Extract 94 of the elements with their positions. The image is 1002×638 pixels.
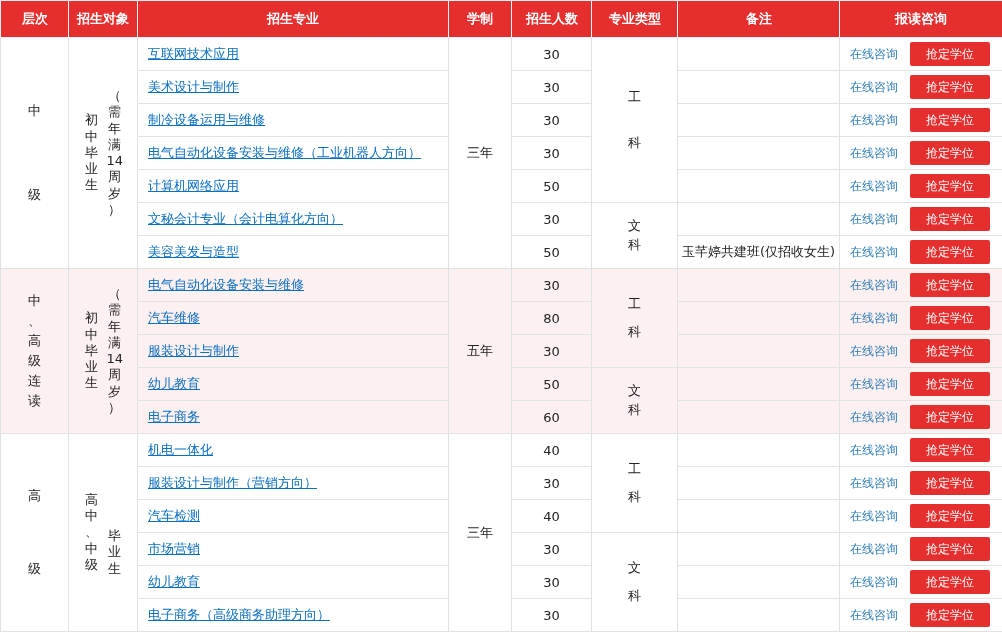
major-link[interactable]: 美容美发与造型 xyxy=(148,244,239,259)
count-cell: 30 xyxy=(543,46,560,62)
count-cell: 40 xyxy=(543,508,560,524)
audience-text: （需年满14周岁） xyxy=(105,88,124,218)
remark-cell: 玉芊婷共建班(仅招收女生) xyxy=(681,244,836,259)
major-link[interactable]: 服装设计与制作 xyxy=(148,343,239,358)
column-header: 学制 xyxy=(448,0,512,38)
major-link[interactable]: 计算机网络应用 xyxy=(148,178,239,193)
count-cell: 40 xyxy=(543,442,560,458)
column-header: 招生人数 xyxy=(511,0,592,38)
column-header: 备注 xyxy=(677,0,840,38)
type-cell-text: 文科 xyxy=(627,559,642,605)
major-link[interactable]: 汽车维修 xyxy=(148,310,200,325)
reserve-button[interactable]: 抢定学位 xyxy=(910,372,990,396)
level-cell-text: 中级 xyxy=(27,101,42,204)
duration-cell: 五年 xyxy=(467,343,493,358)
count-cell: 30 xyxy=(543,607,560,623)
major-link[interactable]: 美术设计与制作 xyxy=(148,79,239,94)
audience-text: 毕业生 xyxy=(107,528,123,577)
count-cell: 50 xyxy=(543,244,560,260)
consult-link[interactable]: 在线咨询 xyxy=(850,507,898,525)
audience-text: 初中毕业生 xyxy=(83,112,99,194)
reserve-button[interactable]: 抢定学位 xyxy=(910,240,990,264)
consult-link[interactable]: 在线咨询 xyxy=(850,276,898,294)
count-cell: 30 xyxy=(543,211,560,227)
column-header: 专业类型 xyxy=(591,0,678,38)
major-link[interactable]: 机电一体化 xyxy=(148,442,213,457)
consult-link[interactable]: 在线咨询 xyxy=(850,210,898,228)
count-cell: 30 xyxy=(543,574,560,590)
column-header: 层次 xyxy=(0,0,69,38)
count-cell: 60 xyxy=(543,409,560,425)
reserve-button[interactable]: 抢定学位 xyxy=(910,471,990,495)
column-header: 招生对象 xyxy=(68,0,138,38)
count-cell: 30 xyxy=(543,112,560,128)
reserve-button[interactable]: 抢定学位 xyxy=(910,339,990,363)
audience-text: 初中毕业生 xyxy=(83,310,99,392)
reserve-button[interactable]: 抢定学位 xyxy=(910,75,990,99)
reserve-button[interactable]: 抢定学位 xyxy=(910,273,990,297)
major-link[interactable]: 互联网技术应用 xyxy=(148,46,239,61)
count-cell: 30 xyxy=(543,145,560,161)
consult-link[interactable]: 在线咨询 xyxy=(850,441,898,459)
consult-link[interactable]: 在线咨询 xyxy=(850,243,898,261)
reserve-button[interactable]: 抢定学位 xyxy=(910,504,990,528)
type-cell-text: 工科 xyxy=(627,88,642,152)
consult-link[interactable]: 在线咨询 xyxy=(850,573,898,591)
reserve-button[interactable]: 抢定学位 xyxy=(910,570,990,594)
consult-link[interactable]: 在线咨询 xyxy=(850,144,898,162)
consult-link[interactable]: 在线咨询 xyxy=(850,111,898,129)
type-cell-text: 文科 xyxy=(627,217,642,254)
consult-link[interactable]: 在线咨询 xyxy=(850,375,898,393)
reserve-button[interactable]: 抢定学位 xyxy=(910,141,990,165)
consult-link[interactable]: 在线咨询 xyxy=(850,342,898,360)
count-cell: 30 xyxy=(543,343,560,359)
reserve-button[interactable]: 抢定学位 xyxy=(910,174,990,198)
column-header: 报读咨询 xyxy=(839,0,1002,38)
audience-text: 高中、中级 xyxy=(83,491,99,574)
reserve-button[interactable]: 抢定学位 xyxy=(910,42,990,66)
consult-link[interactable]: 在线咨询 xyxy=(850,309,898,327)
column-header: 招生专业 xyxy=(137,0,449,38)
major-link[interactable]: 电子商务 xyxy=(148,409,200,424)
major-link[interactable]: 市场营销 xyxy=(148,541,200,556)
reserve-button[interactable]: 抢定学位 xyxy=(910,405,990,429)
reserve-button[interactable]: 抢定学位 xyxy=(910,537,990,561)
count-cell: 50 xyxy=(543,376,560,392)
reserve-button[interactable]: 抢定学位 xyxy=(910,108,990,132)
consult-link[interactable]: 在线咨询 xyxy=(850,408,898,426)
consult-link[interactable]: 在线咨询 xyxy=(850,606,898,624)
consult-link[interactable]: 在线咨询 xyxy=(850,177,898,195)
consult-link[interactable]: 在线咨询 xyxy=(850,540,898,558)
type-cell-text: 工科 xyxy=(627,295,642,341)
level-cell-text: 中、高级连读 xyxy=(27,291,42,411)
reserve-button[interactable]: 抢定学位 xyxy=(910,207,990,231)
count-cell: 30 xyxy=(543,475,560,491)
duration-cell: 三年 xyxy=(467,145,493,160)
count-cell: 30 xyxy=(543,541,560,557)
reserve-button[interactable]: 抢定学位 xyxy=(910,306,990,330)
consult-link[interactable]: 在线咨询 xyxy=(850,45,898,63)
consult-link[interactable]: 在线咨询 xyxy=(850,474,898,492)
reserve-button[interactable]: 抢定学位 xyxy=(910,438,990,462)
count-cell: 50 xyxy=(543,178,560,194)
major-link[interactable]: 幼儿教育 xyxy=(148,376,200,391)
duration-cell: 三年 xyxy=(467,524,493,540)
type-cell-text: 工科 xyxy=(627,460,642,506)
reserve-button[interactable]: 抢定学位 xyxy=(910,603,990,627)
count-cell: 30 xyxy=(543,277,560,293)
major-link[interactable]: 制冷设备运用与维修 xyxy=(148,112,265,127)
count-cell: 80 xyxy=(543,310,560,326)
major-link[interactable]: 幼儿教育 xyxy=(148,574,200,589)
level-cell-text: 高级 xyxy=(27,487,42,578)
major-link[interactable]: 汽车检测 xyxy=(148,508,200,523)
audience-text: （需年满14周岁） xyxy=(105,286,124,416)
type-cell-text: 文科 xyxy=(627,382,642,419)
count-cell: 30 xyxy=(543,79,560,95)
consult-link[interactable]: 在线咨询 xyxy=(850,78,898,96)
